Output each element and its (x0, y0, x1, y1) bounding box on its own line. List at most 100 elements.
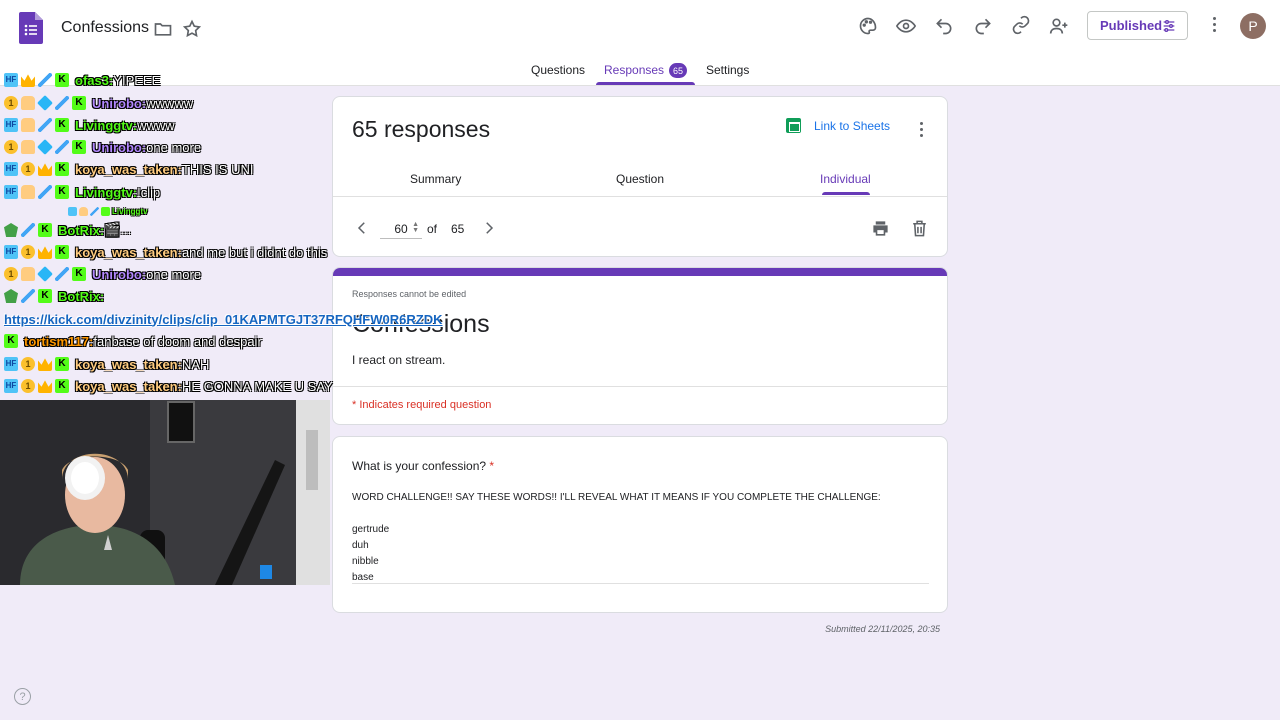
kick-badge-icon: K (55, 118, 69, 132)
next-response-icon[interactable] (480, 219, 498, 237)
answer-word: gertrude (352, 524, 390, 535)
sub-tab-indicator (822, 192, 870, 195)
chat-message: HF 1 K koya_was_taken: NAH (4, 354, 209, 374)
chat-message: HF K Livinggtv: !clip (4, 182, 160, 202)
chat-message: K BotRix: 🎬... (4, 220, 131, 240)
chat-message: HF K Livinggtv: wwww (4, 115, 175, 135)
kick-badge-icon: K (55, 245, 69, 259)
coin-badge-icon: 1 (4, 96, 18, 110)
tab-question[interactable]: Question (616, 172, 664, 186)
chat-username: koya_was_taken: (75, 161, 182, 177)
chat-message: HF 1 K koya_was_taken: THIS IS UNI (4, 159, 253, 179)
stream-chat-overlay: HF K ofas3: YIPEEE 1K Unirobo: wwwww HF K … (0, 70, 442, 400)
chat-message: HF 1 K koya_was_taken: HE GONNA MAKE U SAY (4, 376, 333, 396)
more-options-icon[interactable] (1202, 13, 1226, 37)
delete-icon[interactable] (910, 219, 929, 238)
question-card: What is your confession? * WORD CHALLENG… (332, 436, 948, 613)
tab-summary[interactable]: Summary (410, 172, 461, 186)
preview-eye-icon[interactable] (894, 14, 918, 38)
crown-badge-icon (38, 380, 52, 393)
sword-badge-icon (55, 267, 69, 281)
divider (333, 196, 947, 197)
theme-bar (333, 268, 947, 276)
chat-text: YIPEEE (113, 72, 161, 88)
kick-badge-icon: K (4, 334, 18, 348)
chat-username: Unirobo: (92, 95, 147, 111)
crown-badge-icon (21, 74, 35, 87)
add-collaborator-icon[interactable] (1047, 14, 1071, 38)
sword-badge-icon (21, 289, 35, 303)
print-icon[interactable] (871, 219, 890, 238)
crown-badge-icon (38, 163, 52, 176)
tab-active-indicator (596, 82, 695, 85)
spinner-icon[interactable]: ▲ ▼ (412, 221, 419, 234)
crown-badge-icon (38, 358, 52, 371)
tab-settings[interactable]: Settings (706, 63, 749, 77)
sword-badge-icon (55, 96, 69, 110)
coin-badge-icon: 1 (4, 140, 18, 154)
tab-individual[interactable]: Individual (820, 172, 871, 186)
hf-badge-icon: HF (4, 185, 18, 199)
cube-badge-icon (37, 139, 53, 155)
chat-username: Livinggtv: (75, 117, 138, 133)
chat-text: wwww (137, 117, 175, 133)
responses-count-badge: 65 (669, 63, 687, 78)
chat-username: BotRix: (58, 222, 105, 238)
redo-icon[interactable] (971, 14, 995, 38)
streamer-webcam (0, 400, 330, 585)
sword-badge-icon (90, 207, 99, 216)
answer-word: duh (352, 540, 369, 551)
required-star: * (489, 459, 495, 473)
published-label: Published (1100, 18, 1163, 33)
published-button[interactable]: Published (1087, 11, 1188, 40)
kick-badge-icon: K (38, 223, 52, 237)
hand-badge-icon (21, 118, 35, 132)
chat-mini-preview: Livinggtv (68, 207, 148, 216)
coin-badge-icon: 1 (21, 379, 35, 393)
kick-badge-icon (101, 207, 110, 216)
question-title: What is your confession? * (352, 459, 494, 473)
kick-badge-icon: K (72, 140, 86, 154)
chat-text: NAH (181, 356, 210, 372)
answer-underline (352, 583, 929, 584)
hand-badge-icon (21, 140, 35, 154)
avatar[interactable]: P (1240, 13, 1266, 39)
chat-message: HF 1 K koya_was_taken: and me but i didnt … (4, 242, 327, 262)
link-icon[interactable] (1009, 13, 1033, 37)
kick-badge-icon: K (55, 73, 69, 87)
hf-badge-icon: HF (4, 73, 18, 87)
tab-questions[interactable]: Questions (531, 63, 585, 77)
folder-icon[interactable] (151, 17, 175, 41)
kick-badge-icon: K (38, 289, 52, 303)
question-text: What is your confession? (352, 459, 487, 473)
undo-icon[interactable] (932, 14, 956, 38)
response-number-input[interactable]: 60 ▲ ▼ (380, 219, 422, 239)
chat-username: BotRix: (58, 288, 105, 304)
hf-badge-icon: HF (4, 162, 18, 176)
document-title[interactable]: Confessions (61, 18, 149, 38)
chat-username: Livinggtv: (75, 184, 138, 200)
star-icon[interactable] (180, 17, 204, 41)
responses-more-icon[interactable] (916, 121, 926, 139)
help-icon[interactable]: ? (14, 688, 31, 705)
chat-message: 1 K Unirobo: one more (4, 137, 201, 157)
tab-responses[interactable]: Responses (604, 63, 664, 77)
hf-badge-icon: HF (4, 245, 18, 259)
chat-text: and me but i didnt do this (181, 244, 328, 260)
crown-badge-icon (38, 246, 52, 259)
of-label: of (427, 222, 438, 236)
chat-text: 🎬... (104, 222, 132, 237)
clip-link[interactable]: https://kick.com/divzinity/clips/clip_01… (4, 312, 442, 327)
chat-text: wwwww (146, 95, 194, 111)
chat-text: HE GONNA MAKE U SAY (181, 378, 333, 394)
hand-badge-icon (21, 267, 35, 281)
sword-badge-icon (38, 185, 52, 199)
webcam-image (0, 400, 330, 585)
google-forms-logo-icon[interactable] (19, 12, 43, 44)
responses-count-title: 65 responses (352, 116, 491, 142)
palette-icon[interactable] (856, 14, 880, 38)
verified-badge-icon (4, 289, 18, 303)
link-to-sheets-button[interactable]: Link to Sheets (786, 118, 890, 133)
kick-badge-icon: K (72, 96, 86, 110)
coin-badge-icon: 1 (21, 162, 35, 176)
